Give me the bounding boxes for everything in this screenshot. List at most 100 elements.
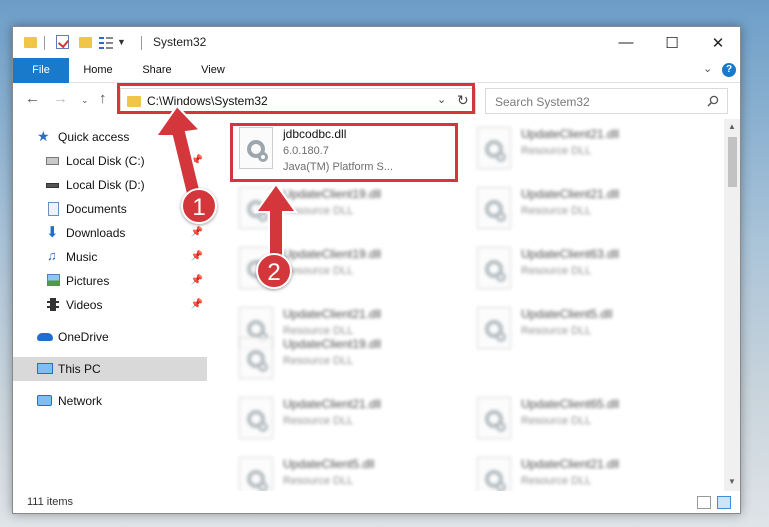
pin-icon[interactable]: 📌 <box>191 251 203 262</box>
tab-home[interactable]: Home <box>75 58 121 83</box>
cloud-icon <box>37 333 53 341</box>
file-name: UpdateClient63.dll <box>521 247 620 261</box>
sidebar-item-videos[interactable]: Videos 📌 <box>13 293 207 317</box>
dll-file-icon <box>477 247 511 289</box>
file-item[interactable]: UpdateClient21.dll Resource DLL <box>473 119 693 177</box>
recent-locations-chevron-icon[interactable]: ⌄ <box>81 95 89 106</box>
file-item[interactable]: UpdateClient65.dll Resource DLL <box>473 389 693 447</box>
drive-icon <box>46 157 59 165</box>
toolbar-divider <box>44 36 45 50</box>
forward-arrow-icon[interactable]: → <box>53 90 68 107</box>
dll-file-icon <box>239 397 273 439</box>
sidebar-item-local-disk-d[interactable]: Local Disk (D:) <box>13 173 207 197</box>
pin-icon[interactable]: 📌 <box>191 275 203 286</box>
file-type: Resource DLL <box>283 415 354 427</box>
scrollbar-thumb[interactable] <box>728 137 737 187</box>
file-type: Resource DLL <box>521 145 592 157</box>
file-item[interactable]: UpdateClient5.dll Resource DLL <box>473 299 693 357</box>
file-name: UpdateClient21.dll <box>283 397 382 411</box>
sidebar-item-local-disk-c[interactable]: Local Disk (C:) 📌 <box>13 149 207 173</box>
file-name: UpdateClient21.dll <box>283 307 382 321</box>
details-view-button[interactable] <box>697 496 711 509</box>
sidebar-item-documents[interactable]: Documents 📌 <box>13 197 207 221</box>
sidebar-item-music[interactable]: ♫ Music 📌 <box>13 245 207 269</box>
file-item[interactable]: UpdateClient19.dll Resource DLL <box>235 329 455 387</box>
pin-icon[interactable]: 📌 <box>191 299 203 310</box>
pin-icon[interactable]: 📌 <box>191 227 203 238</box>
item-count: 111 items <box>27 496 74 508</box>
dll-file-icon <box>239 127 273 169</box>
dll-file-icon <box>239 457 273 491</box>
large-icons-view-button[interactable] <box>717 496 731 509</box>
sidebar-item-onedrive[interactable]: OneDrive <box>13 325 207 349</box>
file-item[interactable]: UpdateClient21.dll Resource DLL <box>235 389 455 447</box>
file-item[interactable]: UpdateClient5.dll Resource DLL <box>235 449 455 491</box>
sidebar-item-downloads[interactable]: ⬇ Downloads 📌 <box>13 221 207 245</box>
sidebar-item-label: Local Disk (C:) <box>66 154 145 168</box>
navigation-pane: ★ Quick access Local Disk (C:) 📌 Local D… <box>13 119 207 491</box>
new-folder-icon[interactable] <box>79 37 92 48</box>
help-button[interactable]: ? <box>722 63 736 77</box>
sidebar-item-network[interactable]: Network <box>13 389 207 413</box>
close-button[interactable]: ✕ <box>695 27 740 58</box>
tab-file[interactable]: File <box>13 58 69 83</box>
search-input[interactable]: Search System32 <box>485 88 728 114</box>
step-badge-one: 1 <box>181 188 217 224</box>
video-icon <box>47 298 59 311</box>
ribbon-tabs: File Home Share View ⌄ ? <box>13 58 740 83</box>
address-path[interactable]: C:\Windows\System32 <box>147 94 268 108</box>
maximize-button[interactable]: ☐ <box>649 27 695 58</box>
refresh-icon[interactable]: ↻ <box>457 92 469 109</box>
back-arrow-icon[interactable]: ← <box>25 90 40 107</box>
customize-toolbar-chevron-icon[interactable]: ▼ <box>117 37 126 53</box>
address-dropdown-chevron-icon[interactable]: ⌄ <box>437 93 446 106</box>
sidebar-item-label: Documents <box>66 202 127 216</box>
file-item[interactable]: UpdateClient63.dll Resource DLL <box>473 239 693 297</box>
download-icon: ⬇ <box>46 224 59 241</box>
document-icon <box>48 202 59 216</box>
sidebar-item-quick-access[interactable]: ★ Quick access <box>13 125 207 149</box>
file-item[interactable]: UpdateClient21.dll Resource DLL <box>473 449 693 491</box>
file-name: UpdateClient65.dll <box>521 397 620 411</box>
file-name: UpdateClient21.dll <box>521 187 620 201</box>
sidebar-item-pictures[interactable]: Pictures 📌 <box>13 269 207 293</box>
sidebar-item-label: Network <box>58 394 103 408</box>
explorer-window: ▼ System32 — ☐ ✕ File Home Share View ⌄ … <box>12 26 741 514</box>
tab-share[interactable]: Share <box>133 58 181 83</box>
tab-view[interactable]: View <box>191 58 235 83</box>
vertical-scrollbar[interactable]: ▲ ▼ <box>724 119 740 491</box>
scroll-down-arrow-icon[interactable]: ▼ <box>728 477 736 486</box>
file-type: Resource DLL <box>283 265 354 277</box>
sidebar-item-label: OneDrive <box>58 330 109 344</box>
properties-icon[interactable] <box>99 37 113 49</box>
file-description: Java(TM) Platform S... <box>283 161 394 173</box>
folder-icon[interactable] <box>24 37 37 48</box>
scroll-up-arrow-icon[interactable]: ▲ <box>728 122 736 131</box>
file-type: Resource DLL <box>283 355 354 367</box>
expand-ribbon-chevron-icon[interactable]: ⌄ <box>703 62 712 75</box>
file-item[interactable]: UpdateClient19.dll Resource DLL <box>235 179 455 237</box>
file-name: UpdateClient19.dll <box>283 247 382 261</box>
file-type: Resource DLL <box>521 325 592 337</box>
status-bar: 111 items <box>13 491 740 513</box>
file-list: jdbcodbc.dll 6.0.180.7 Java(TM) Platform… <box>223 119 719 491</box>
dll-file-icon <box>477 127 511 169</box>
star-icon: ★ <box>37 128 50 144</box>
properties-check-icon[interactable] <box>56 35 69 49</box>
pin-icon[interactable]: 📌 <box>191 155 203 166</box>
sidebar-item-label: Local Disk (D:) <box>66 178 145 192</box>
file-name: UpdateClient21.dll <box>521 457 620 471</box>
address-bar[interactable]: C:\Windows\System32 ⌄ ↻ <box>120 88 476 114</box>
up-arrow-icon[interactable]: ↑ <box>99 90 107 107</box>
music-icon: ♫ <box>47 248 57 263</box>
file-name: UpdateClient19.dll <box>283 187 382 201</box>
title-bar: ▼ System32 — ☐ ✕ <box>13 27 740 58</box>
file-type: Resource DLL <box>521 265 592 277</box>
file-item[interactable]: UpdateClient21.dll Resource DLL <box>473 179 693 237</box>
file-item-jdbcodbc[interactable]: jdbcodbc.dll 6.0.180.7 Java(TM) Platform… <box>235 119 455 177</box>
minimize-button[interactable]: — <box>603 27 649 58</box>
dll-file-icon <box>239 187 273 229</box>
sidebar-item-this-pc[interactable]: This PC <box>13 357 207 381</box>
search-placeholder: Search System32 <box>495 95 590 109</box>
file-type: Resource DLL <box>283 475 354 487</box>
